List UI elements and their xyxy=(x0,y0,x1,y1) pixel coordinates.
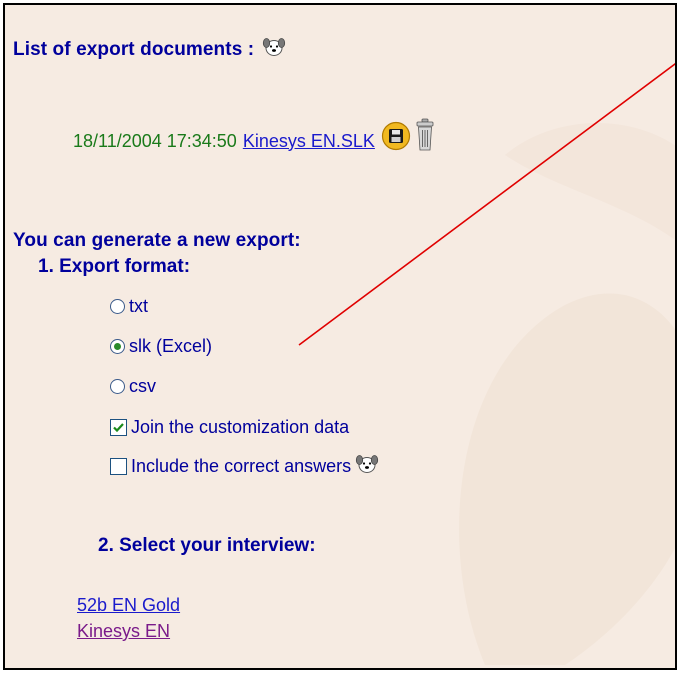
export-document-row: 18/11/2004 17:34:50 Kinesys EN.SLK xyxy=(73,118,435,152)
radio-txt-label: txt xyxy=(129,296,149,316)
option-join-customization[interactable]: Join the customization data xyxy=(110,417,349,438)
format-option-csv[interactable]: csv xyxy=(110,376,156,397)
annotation-pointer-line xyxy=(298,62,675,346)
checkbox-include-answers[interactable] xyxy=(110,458,127,475)
option-include-answers[interactable]: Include the correct answers xyxy=(110,453,379,477)
radio-txt[interactable] xyxy=(110,299,125,314)
export-list-heading: List of export documents : xyxy=(13,36,286,61)
radio-selected-dot xyxy=(114,343,121,350)
export-format-heading: 1. Export format: xyxy=(38,256,191,277)
radio-csv[interactable] xyxy=(110,379,125,394)
document-timestamp: 18/11/2004 17:34:50 xyxy=(73,130,237,151)
dog-face-icon[interactable] xyxy=(355,453,379,475)
new-export-heading: You can generate a new export: xyxy=(13,230,301,251)
join-customization-label: Join the customization data xyxy=(131,417,350,437)
floppy-disk-icon[interactable] xyxy=(381,121,411,151)
interview-link-kinesys[interactable]: Kinesys EN xyxy=(77,621,170,642)
radio-slk-label: slk (Excel) xyxy=(129,336,213,356)
checkmark-icon xyxy=(113,423,124,433)
document-file-link[interactable]: Kinesys EN.SLK xyxy=(243,131,375,152)
radio-csv-label: csv xyxy=(129,376,156,396)
format-option-slk[interactable]: slk (Excel) xyxy=(110,336,212,357)
include-answers-label: Include the correct answers xyxy=(131,456,352,476)
interview-link-52b[interactable]: 52b EN Gold xyxy=(77,595,180,616)
select-interview-heading: 2. Select your interview: xyxy=(98,535,316,556)
checkbox-join-customization[interactable] xyxy=(110,419,127,436)
dog-face-icon[interactable] xyxy=(262,36,286,58)
radio-slk[interactable] xyxy=(110,339,125,354)
trash-can-icon[interactable] xyxy=(415,118,435,152)
export-panel: List of export documents : 18/11/2004 17… xyxy=(3,3,677,670)
export-list-heading-text: List of export documents : xyxy=(13,39,255,60)
background-swirl xyxy=(459,122,675,665)
format-option-txt[interactable]: txt xyxy=(110,296,148,317)
